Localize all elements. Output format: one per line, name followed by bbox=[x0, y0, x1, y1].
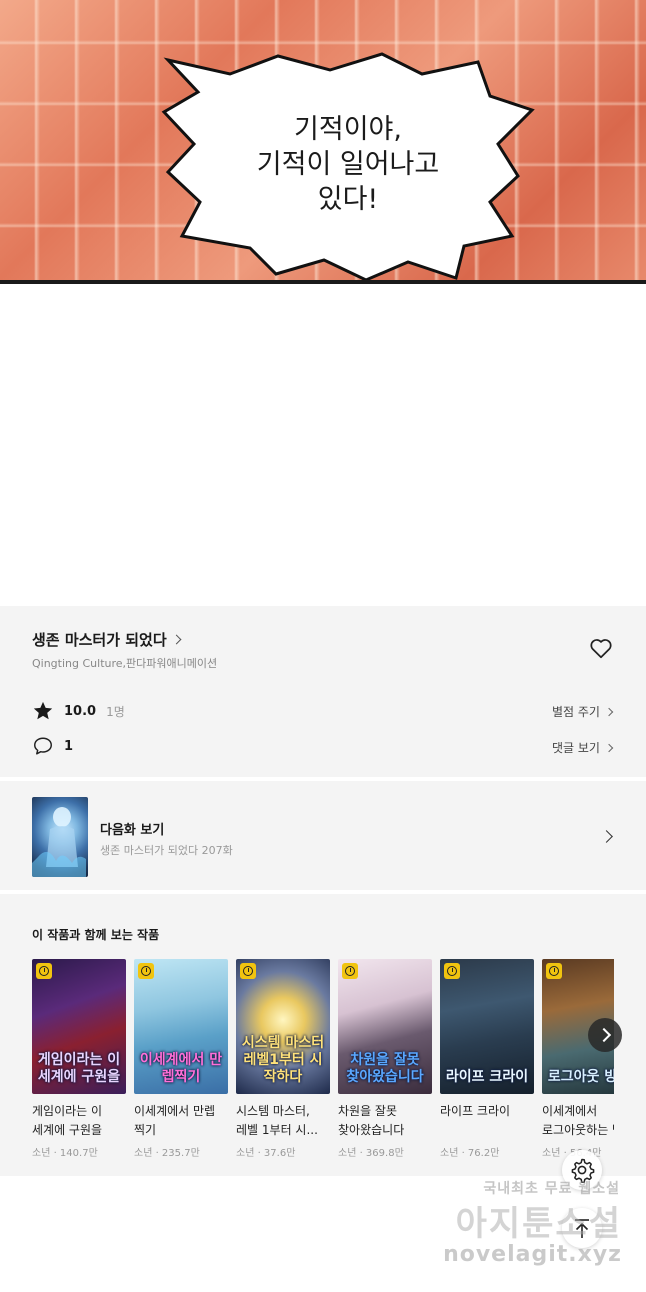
divider bbox=[0, 777, 646, 781]
cover-title-art: 게임이라는 이세계에 구원을 bbox=[37, 1052, 121, 1085]
recommendation-cover[interactable]: 시스템 마스터 레벨1부터 시작하다 bbox=[236, 959, 330, 1094]
speech-text: 기적이야, 기적이 일어나고 있다! bbox=[238, 112, 458, 217]
cover-title-art: 라이프 크라이 bbox=[445, 1069, 529, 1085]
speech-line: 기적이 일어나고 bbox=[256, 149, 440, 180]
heart-icon[interactable] bbox=[588, 635, 614, 661]
chevron-right-icon bbox=[171, 634, 182, 645]
rating-value: 10.0 bbox=[64, 703, 97, 719]
recommendation-meta: 소년 · 37.6만 bbox=[236, 1148, 296, 1159]
scroll-top-button[interactable] bbox=[562, 1208, 602, 1248]
divider bbox=[0, 890, 646, 894]
recommendations-carousel[interactable]: 게임이라는 이세계에 구원을 게임이라는 이 세계에 구원을 소년 · 140.… bbox=[32, 959, 614, 1164]
view-comments-label: 댓글 보기 bbox=[552, 741, 600, 755]
speech-line: 있다! bbox=[317, 184, 379, 215]
recommendation-cover[interactable]: 이세계에서 만렙찍기 bbox=[134, 959, 228, 1094]
clock-icon bbox=[36, 963, 52, 979]
recommendation-cover[interactable]: 라이프 크라이 bbox=[440, 959, 534, 1094]
recommendation-item[interactable]: 로그아웃 방법 이세계에서 로그아웃하는 방법 소년 · 56.4만 bbox=[542, 959, 614, 1159]
clock-icon bbox=[240, 963, 256, 979]
recommendation-title: 게임이라는 이 세계에 구원을 bbox=[32, 1104, 103, 1137]
clock-icon bbox=[546, 963, 562, 979]
recommendation-meta: 소년 · 369.8만 bbox=[338, 1148, 404, 1159]
recommendation-title: 차원을 잘못 찾아왔습니다 bbox=[338, 1104, 405, 1137]
settings-button[interactable] bbox=[562, 1150, 602, 1190]
cover-title-art: 차원을 잘못 찾아왔습니다 bbox=[346, 1052, 424, 1085]
chevron-right-icon bbox=[604, 707, 614, 716]
cover-title-art: 이세계에서 만렙찍기 bbox=[139, 1052, 223, 1085]
recommendation-cover[interactable]: 차원을 잘못 찾아왔습니다 bbox=[338, 959, 432, 1094]
view-comments-button[interactable]: 댓글 보기 bbox=[552, 739, 614, 756]
series-title: 생존 마스터가 되었다 bbox=[32, 631, 167, 649]
recommendation-item[interactable]: 라이프 크라이 라이프 크라이 소년 · 76.2만 bbox=[440, 959, 534, 1159]
recommendation-meta: 소년 · 235.7만 bbox=[134, 1148, 200, 1159]
carousel-next-button[interactable] bbox=[588, 1018, 622, 1052]
comic-panel: 기적이야, 기적이 일어나고 있다! bbox=[0, 0, 646, 284]
recommendation-meta: 소년 · 76.2만 bbox=[440, 1148, 500, 1159]
comment-row: 1 bbox=[32, 735, 73, 757]
gear-icon bbox=[571, 1158, 595, 1183]
recommendation-item[interactable]: 이세계에서 만렙찍기 이세계에서 만렙 찍기 소년 · 235.7만 bbox=[134, 959, 228, 1159]
recommendation-item[interactable]: 게임이라는 이세계에 구원을 게임이라는 이 세계에 구원을 소년 · 140.… bbox=[32, 959, 126, 1159]
clock-icon bbox=[444, 963, 460, 979]
recommendation-item[interactable]: 시스템 마스터 레벨1부터 시작하다 시스템 마스터, 레벨 1부터 시... … bbox=[236, 959, 330, 1159]
cover-title-art: 로그아웃 방법 bbox=[547, 1069, 614, 1085]
recommendation-item[interactable]: 차원을 잘못 찾아왔습니다 차원을 잘못 찾아왔습니다 소년 · 369.8만 bbox=[338, 959, 432, 1159]
speech-line: 기적이야, bbox=[294, 114, 402, 145]
recommendation-title: 시스템 마스터, 레벨 1부터 시... bbox=[236, 1104, 318, 1137]
rate-button[interactable]: 별점 주기 bbox=[552, 703, 614, 720]
comment-count: 1 bbox=[64, 738, 74, 754]
series-authors: Qingting Culture,판다파워애니메이션 bbox=[32, 657, 218, 670]
rating-row: 10.0 1명 bbox=[32, 700, 125, 722]
chevron-right-icon bbox=[604, 743, 614, 752]
cover-title-art: 시스템 마스터 레벨1부터 시작하다 bbox=[241, 1035, 325, 1085]
recommendation-meta: 소년 · 140.7만 bbox=[32, 1148, 98, 1159]
panel-border bbox=[0, 280, 646, 284]
star-icon bbox=[33, 701, 53, 720]
recommendations-heading: 이 작품과 함께 보는 작품 bbox=[32, 928, 160, 942]
next-episode-thumbnail[interactable] bbox=[32, 797, 88, 877]
next-episode-label[interactable]: 다음화 보기 bbox=[100, 819, 164, 838]
recommendation-title: 이세계에서 로그아웃하는 방법 bbox=[542, 1104, 614, 1137]
clock-icon bbox=[138, 963, 154, 979]
rate-label: 별점 주기 bbox=[552, 705, 600, 719]
recommendation-cover[interactable]: 게임이라는 이세계에 구원을 bbox=[32, 959, 126, 1094]
arrow-up-icon bbox=[575, 1219, 589, 1238]
series-title-link[interactable]: 생존 마스터가 되었다 bbox=[32, 629, 182, 650]
recommendation-title: 라이프 크라이 bbox=[440, 1104, 511, 1118]
recommendation-title: 이세계에서 만렙 찍기 bbox=[134, 1104, 216, 1137]
clock-icon bbox=[342, 963, 358, 979]
rating-count: 1명 bbox=[106, 704, 125, 719]
next-episode-subtitle: 생존 마스터가 되었다 207화 bbox=[100, 844, 233, 857]
comment-icon bbox=[34, 737, 52, 755]
